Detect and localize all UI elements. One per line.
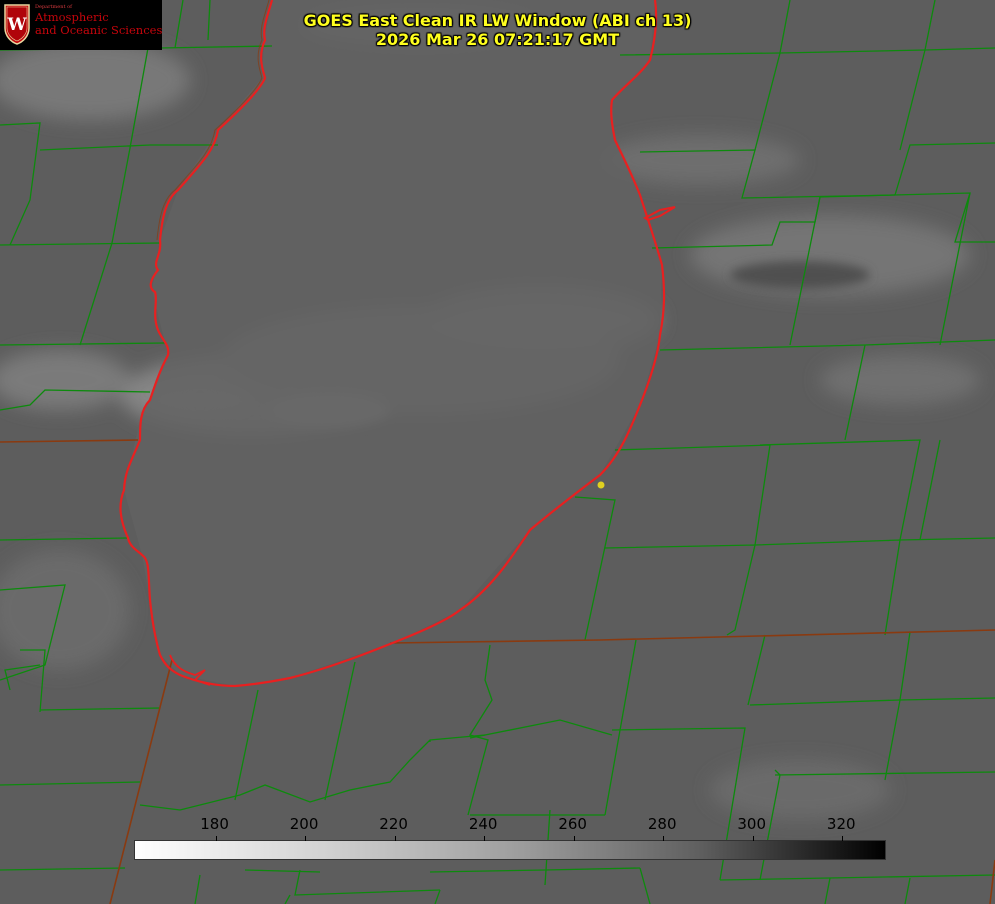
svg-text:W: W (6, 15, 27, 35)
colorbar-tick (394, 836, 396, 841)
colorbar-tick (573, 836, 575, 841)
aos-logo: W Department of Atmospheric and Oceanic … (0, 0, 162, 50)
colorbar-tick (305, 836, 307, 841)
colorbar-tick-label: 280 (647, 815, 677, 833)
uw-seal-icon: W (4, 4, 30, 45)
colorbar-tick-label: 300 (737, 815, 767, 833)
satellite-map (0, 0, 995, 904)
title-product: GOES East Clean IR LW Window (ABI ch 13) (303, 11, 692, 30)
colorbar-tick (215, 836, 217, 841)
colorbar-tick (663, 836, 665, 841)
image-title: GOES East Clean IR LW Window (ABI ch 13)… (240, 11, 755, 49)
logo-wordmark: Department of Atmospheric and Oceanic Sc… (35, 5, 163, 37)
title-timestamp: 2026 Mar 26 07:21:17 GMT (375, 30, 620, 49)
colorbar-tick-label: 260 (558, 815, 587, 833)
colorbar-tick-label: 240 (468, 815, 498, 833)
colorbar-tick-label: 320 (826, 815, 856, 833)
location-marker (597, 481, 605, 489)
temperature-colorbar (134, 836, 886, 860)
logo-line-atmospheric: Atmospheric (35, 10, 109, 24)
colorbar-tick-label: 180 (200, 815, 229, 833)
logo-line-oceanic: and Oceanic Sciences (35, 22, 163, 37)
colorbar-tick-label: 220 (379, 815, 408, 833)
satellite-image-viewer: W Department of Atmospheric and Oceanic … (0, 0, 995, 904)
colorbar-tick (484, 836, 486, 841)
colorbar-tick-label: 200 (289, 815, 319, 833)
colorbar-tick (752, 836, 754, 841)
colorbar-tick (842, 836, 844, 841)
